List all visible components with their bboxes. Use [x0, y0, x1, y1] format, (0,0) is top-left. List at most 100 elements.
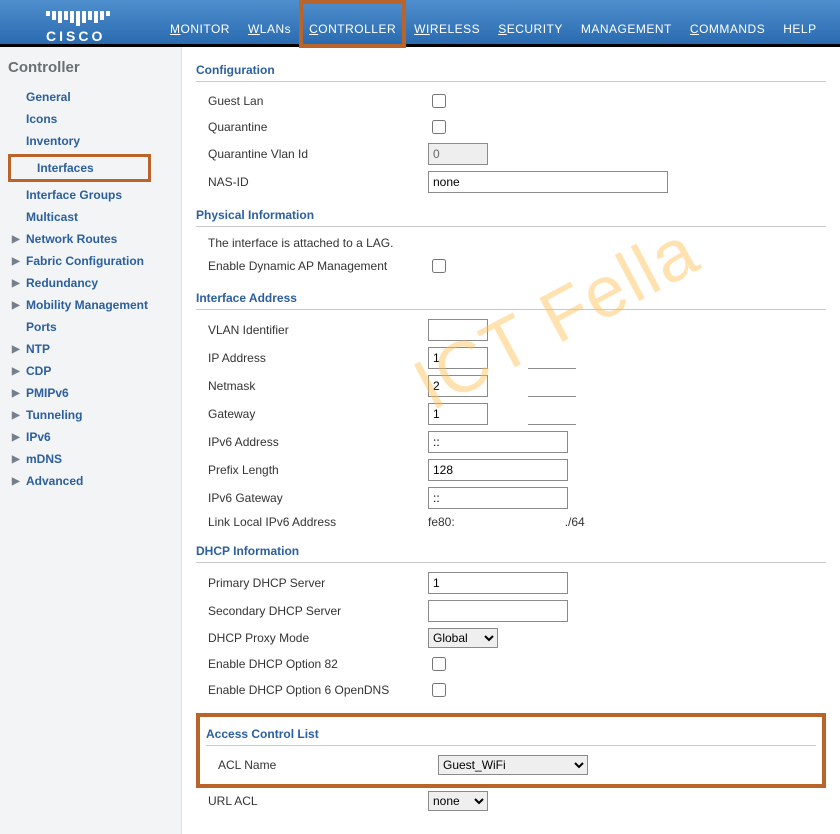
sidebar-item-label: Redundancy — [26, 276, 98, 290]
url-acl-select[interactable]: none — [428, 791, 488, 811]
sidebar-item[interactable]: ▶Fabric Configuration — [0, 250, 181, 272]
dhcp-proxy-select[interactable]: Global — [428, 628, 498, 648]
sidebar-item[interactable]: ▶Advanced — [0, 470, 181, 492]
brand-text: CISCO — [46, 28, 170, 44]
sidebar-item-label: Network Routes — [26, 232, 117, 246]
ip-address-input-b[interactable] — [528, 348, 576, 369]
sidebar-item-label: CDP — [26, 364, 51, 378]
primary-dhcp-input[interactable] — [428, 572, 568, 594]
dhcp-opt6-checkbox[interactable] — [432, 683, 446, 697]
secondary-dhcp-label: Secondary DHCP Server — [196, 604, 428, 618]
top-navbar: CISCO MONITORWLANsCONTROLLERWIRELESSSECU… — [0, 0, 840, 47]
url-acl-label: URL ACL — [196, 794, 428, 808]
vlan-id-label: VLAN Identifier — [196, 323, 428, 337]
acl-name-select[interactable]: Guest_WiFi — [438, 755, 588, 775]
sidebar-item-label: Ports — [26, 320, 57, 334]
vlan-id-input[interactable] — [428, 319, 488, 341]
sidebar-item-label: Interface Groups — [26, 188, 122, 202]
expand-arrow-icon: ▶ — [12, 432, 22, 443]
sidebar-item[interactable]: ▶ mDNS — [0, 448, 181, 470]
sidebar-item[interactable]: ▶Tunneling — [0, 404, 181, 426]
sidebar-item[interactable]: ▶General — [0, 86, 181, 108]
sidebar-item-label: Interfaces — [37, 161, 94, 175]
prefix-length-label: Prefix Length — [196, 463, 428, 477]
expand-arrow-icon: ▶ — [12, 476, 22, 487]
gateway-label: Gateway — [196, 407, 428, 421]
topnav-highlight-box — [299, 0, 406, 48]
primary-dhcp-label: Primary DHCP Server — [196, 576, 428, 590]
acl-highlight-box: Access Control List ACL Name Guest_WiFi — [196, 713, 826, 788]
netmask-input-a[interactable] — [428, 375, 488, 397]
sidebar-item-label: Mobility Management — [26, 298, 148, 312]
ipv6-address-input[interactable] — [428, 431, 568, 453]
sidebar-item[interactable]: ▶ IPv6 — [0, 426, 181, 448]
expand-arrow-icon: ▶ — [12, 278, 22, 289]
topnav-item[interactable]: MANAGEMENT — [581, 22, 672, 36]
quarantine-checkbox[interactable] — [432, 120, 446, 134]
section-dhcp: DHCP Information — [196, 538, 826, 563]
expand-arrow-icon: ▶ — [12, 388, 22, 399]
sidebar-item[interactable]: ▶ Mobility Management — [0, 294, 181, 316]
acl-name-label: ACL Name — [206, 758, 438, 772]
sidebar-item[interactable]: ▶Interface Groups — [0, 184, 181, 206]
expand-arrow-icon: ▶ — [12, 300, 22, 311]
prefix-length-input[interactable] — [428, 459, 568, 481]
sidebar-item-label: IPv6 — [26, 430, 51, 444]
sidebar-item-label: Multicast — [26, 210, 78, 224]
lag-text: The interface is attached to a LAG. — [196, 236, 393, 250]
sidebar-item[interactable]: ▶ Network Routes — [0, 228, 181, 250]
expand-arrow-icon: ▶ — [12, 366, 22, 377]
sidebar-item[interactable]: ▶ Redundancy — [0, 272, 181, 294]
linklocal-value-a: fe80: — [428, 515, 455, 529]
secondary-dhcp-input[interactable] — [428, 600, 568, 622]
topnav-item[interactable]: WLANs — [248, 22, 291, 36]
sidebar: Controller ▶General▶Icons▶Inventory▶Inte… — [0, 47, 182, 834]
dhcp-proxy-label: DHCP Proxy Mode — [196, 631, 428, 645]
ipv6-gateway-label: IPv6 Gateway — [196, 491, 428, 505]
dhcp-opt82-checkbox[interactable] — [432, 657, 446, 671]
section-configuration: Configuration — [196, 57, 826, 82]
logo-bars-icon — [46, 11, 170, 26]
ip-address-input-a[interactable] — [428, 347, 488, 369]
sidebar-item[interactable]: ▶NTP — [0, 338, 181, 360]
sidebar-item[interactable]: ▶ CDP — [0, 360, 181, 382]
topnav-item[interactable]: COMMANDS — [690, 22, 765, 36]
netmask-input-b[interactable] — [528, 376, 576, 397]
sidebar-item[interactable]: ▶Inventory — [0, 130, 181, 152]
section-physical: Physical Information — [196, 202, 826, 227]
nas-id-label: NAS-ID — [196, 175, 428, 189]
sidebar-item-label: Fabric Configuration — [26, 254, 144, 268]
topnav-item[interactable]: HELP — [783, 22, 816, 36]
section-acl: Access Control List — [206, 721, 816, 746]
sidebar-item-label: PMIPv6 — [26, 386, 69, 400]
expand-arrow-icon: ▶ — [12, 234, 22, 245]
gateway-input-a[interactable] — [428, 403, 488, 425]
sidebar-item-label: General — [26, 90, 71, 104]
sidebar-item[interactable]: ▶Ports — [0, 316, 181, 338]
linklocal-value-b: ./64 — [565, 515, 585, 529]
sidebar-item[interactable]: ▶Interfaces — [8, 154, 151, 182]
topnav-item[interactable]: WIRELESS — [414, 22, 480, 36]
guest-lan-checkbox[interactable] — [432, 94, 446, 108]
expand-arrow-icon: ▶ — [12, 454, 22, 465]
section-interface-address: Interface Address — [196, 285, 826, 310]
quarantine-vlan-label: Quarantine Vlan Id — [196, 147, 428, 161]
sidebar-item[interactable]: ▶Multicast — [0, 206, 181, 228]
topnav-item[interactable]: MONITOR — [170, 22, 230, 36]
quarantine-vlan-input — [428, 143, 488, 165]
ip-address-label: IP Address — [196, 351, 428, 365]
sidebar-item-label: NTP — [26, 342, 50, 356]
sidebar-item[interactable]: ▶ PMIPv6 — [0, 382, 181, 404]
topnav-item[interactable]: SECURITY — [498, 22, 563, 36]
netmask-label: Netmask — [196, 379, 428, 393]
dyn-ap-checkbox[interactable] — [432, 259, 446, 273]
cisco-logo: CISCO — [0, 11, 170, 44]
ipv6-gateway-input[interactable] — [428, 487, 568, 509]
nas-id-input[interactable] — [428, 171, 668, 193]
quarantine-label: Quarantine — [196, 120, 428, 134]
sidebar-item[interactable]: ▶Icons — [0, 108, 181, 130]
guest-lan-label: Guest Lan — [196, 94, 428, 108]
sidebar-item-label: mDNS — [26, 452, 62, 466]
gateway-input-b[interactable] — [528, 404, 576, 425]
dhcp-opt6-label: Enable DHCP Option 6 OpenDNS — [196, 683, 428, 697]
